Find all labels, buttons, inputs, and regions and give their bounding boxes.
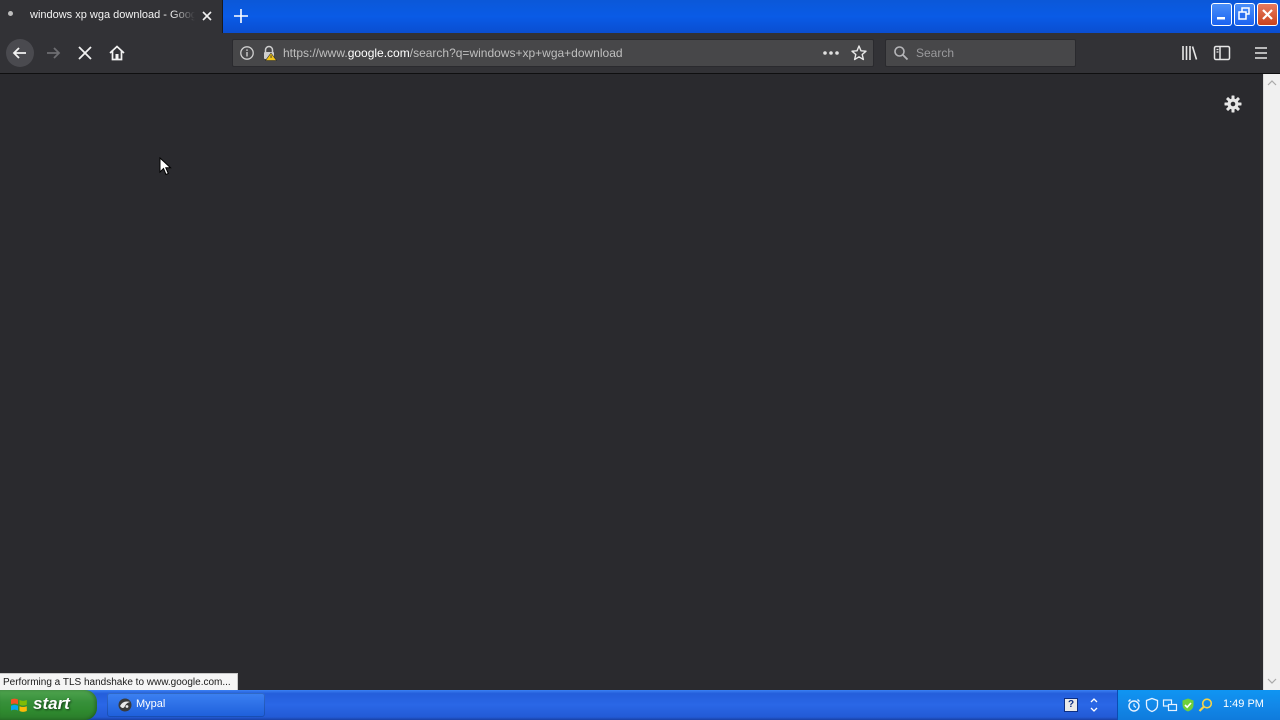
url-path: /search?q=windows+xp+wga+download bbox=[409, 46, 623, 60]
taskbar-item-mypal[interactable]: Mypal bbox=[107, 693, 265, 717]
url-host: google.com bbox=[347, 46, 410, 60]
gear-icon[interactable] bbox=[1223, 94, 1243, 114]
tab-strip: windows xp wga download - Google Search bbox=[0, 0, 1280, 34]
new-tab-icon[interactable] bbox=[230, 5, 252, 27]
site-info-icon[interactable] bbox=[239, 45, 255, 61]
mouse-cursor-icon bbox=[159, 157, 172, 176]
network-tray-icon[interactable] bbox=[1162, 697, 1178, 713]
mypal-app-icon bbox=[118, 698, 132, 712]
sidebar-toggle-icon[interactable] bbox=[1212, 43, 1232, 63]
search-icon bbox=[894, 46, 909, 61]
minimize-icon bbox=[1217, 17, 1225, 20]
restore-icon bbox=[1238, 7, 1250, 20]
quicklaunch-expand-icon[interactable] bbox=[1088, 694, 1100, 716]
url-text[interactable]: https://www.google.com/search?q=windows+… bbox=[283, 46, 623, 60]
home-button[interactable] bbox=[103, 39, 131, 67]
alarm-clock-tray-icon[interactable] bbox=[1126, 697, 1142, 713]
back-button[interactable] bbox=[6, 39, 34, 67]
url-prefix: https://www. bbox=[283, 46, 348, 60]
shield-tray-icon[interactable] bbox=[1144, 697, 1160, 713]
windows-logo-icon bbox=[11, 698, 27, 712]
restore-button[interactable] bbox=[1234, 3, 1255, 26]
vertical-scrollbar[interactable] bbox=[1263, 74, 1280, 690]
home-icon bbox=[109, 45, 125, 61]
help-icon[interactable]: ? bbox=[1064, 698, 1078, 712]
start-button[interactable]: start bbox=[0, 690, 97, 720]
forward-button[interactable] bbox=[40, 39, 68, 67]
bookmark-star-icon[interactable] bbox=[850, 44, 868, 62]
library-icon[interactable] bbox=[1180, 43, 1200, 63]
tab-active[interactable]: windows xp wga download - Google Search bbox=[0, 0, 223, 33]
stop-button[interactable] bbox=[71, 39, 99, 67]
security-check-tray-icon[interactable] bbox=[1180, 697, 1196, 713]
search-input[interactable] bbox=[916, 44, 1066, 62]
start-label: start bbox=[33, 694, 70, 713]
window-controls bbox=[1211, 3, 1278, 29]
window-close-icon bbox=[1262, 9, 1273, 20]
window-close-button[interactable] bbox=[1257, 3, 1278, 26]
magnifier-tray-icon[interactable] bbox=[1198, 697, 1214, 713]
scroll-up-icon[interactable] bbox=[1267, 78, 1277, 88]
page-content bbox=[0, 74, 1263, 690]
menu-hamburger-icon[interactable] bbox=[1251, 43, 1271, 63]
taskbar-clock[interactable]: 1:49 PM bbox=[1223, 698, 1264, 710]
navigation-toolbar: https://www.google.com/search?q=windows+… bbox=[0, 33, 1280, 74]
taskbar-item-label: Mypal bbox=[136, 698, 166, 710]
system-tray: 1:49 PM bbox=[1117, 690, 1280, 720]
scroll-down-icon[interactable] bbox=[1267, 676, 1277, 686]
lock-warning-icon[interactable] bbox=[261, 45, 277, 61]
address-bar[interactable]: https://www.google.com/search?q=windows+… bbox=[232, 39, 874, 67]
tab-close-icon[interactable] bbox=[199, 8, 215, 24]
search-bar[interactable] bbox=[885, 39, 1076, 67]
tab-title: windows xp wga download - Google Search bbox=[30, 9, 195, 21]
page-actions-icon[interactable] bbox=[821, 45, 841, 61]
stop-icon bbox=[78, 46, 92, 60]
tab-loading-icon bbox=[8, 11, 13, 16]
back-arrow-icon bbox=[12, 47, 26, 59]
minimize-button[interactable] bbox=[1211, 3, 1232, 26]
forward-arrow-icon bbox=[47, 47, 61, 59]
taskbar: start Mypal ? 1:49 PM bbox=[0, 690, 1280, 720]
